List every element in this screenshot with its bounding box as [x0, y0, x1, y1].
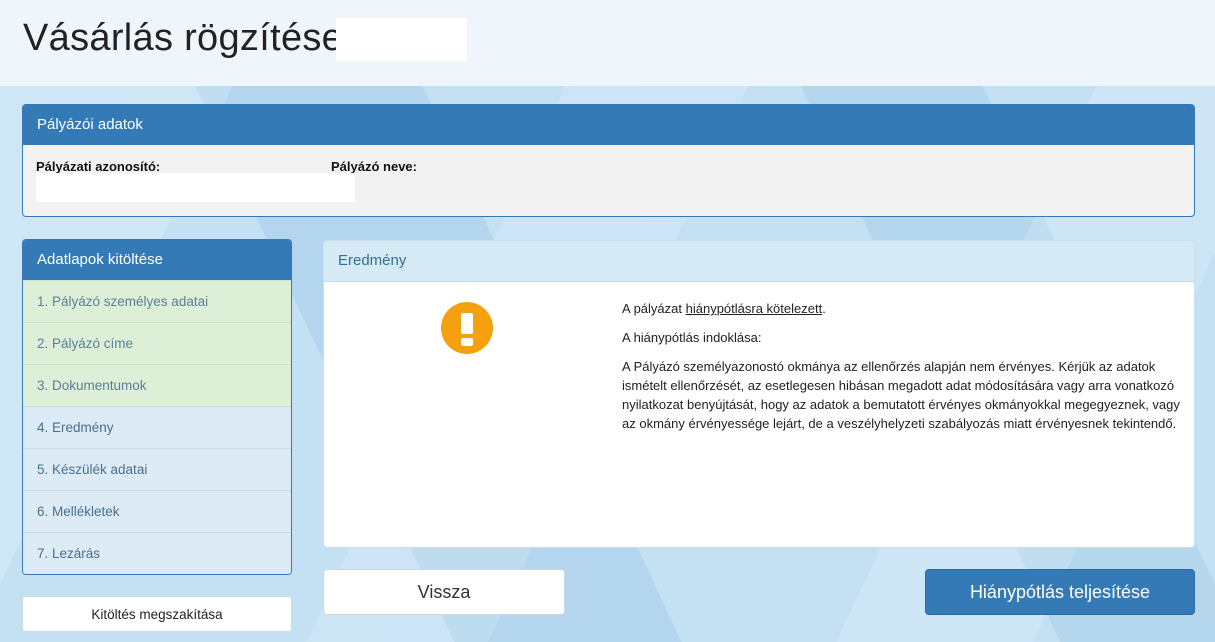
result-message: A pályázat hiánypótlásra kötelezett. A h… [622, 299, 1182, 443]
redacted-title-field [336, 18, 467, 61]
form-steps-sidebar: Adatlapok kitöltése 1. Pályázó személyes… [22, 239, 292, 575]
result-status-link[interactable]: hiánypótlásra kötelezett [686, 301, 823, 316]
complete-deficiency-button[interactable]: Hiánypótlás teljesítése [925, 569, 1195, 615]
sidebar-step-documents[interactable]: 3. Dokumentumok [23, 364, 291, 406]
application-id-label: Pályázati azonosító: [36, 159, 161, 174]
sidebar-step-attachments[interactable]: 6. Mellékletek [23, 490, 291, 532]
back-button[interactable]: Vissza [323, 569, 565, 615]
result-status-suffix: . [822, 301, 826, 316]
result-status-line: A pályázat hiánypótlásra kötelezett. [622, 299, 1182, 318]
applicant-data-panel: Pályázói adatok Pályázati azonosító: Pál… [22, 104, 1195, 217]
sidebar-step-device-data[interactable]: 5. Készülék adatai [23, 448, 291, 490]
sidebar-step-address[interactable]: 2. Pályázó címe [23, 322, 291, 364]
reason-label: A hiánypótlás indoklása: [622, 330, 762, 345]
sidebar-step-personal-data[interactable]: 1. Pályázó személyes adatai [23, 280, 291, 322]
abort-filling-button[interactable]: Kitöltés megszakítása [22, 596, 292, 632]
result-status-prefix: A pályázat [622, 301, 686, 316]
applicant-name-label: Pályázó neve: [331, 159, 417, 174]
sidebar-step-result[interactable]: 4. Eredmény [23, 406, 291, 448]
applicant-panel-heading: Pályázói adatok [23, 105, 1194, 145]
page-header: Vásárlás rögzítése [0, 0, 1215, 86]
sidebar-step-closing[interactable]: 7. Lezárás [23, 532, 291, 574]
warning-exclamation-icon [441, 302, 493, 354]
reason-text: A Pályázó személyazonostó okmánya az ell… [622, 359, 1180, 431]
result-panel: Eredmény A pályázat hiánypótlásra kötele… [323, 240, 1195, 548]
page-title: Vásárlás rögzítése [23, 17, 344, 59]
sidebar-heading: Adatlapok kitöltése [23, 240, 291, 280]
redacted-application-id [36, 173, 355, 202]
result-panel-heading: Eredmény [324, 241, 1194, 282]
